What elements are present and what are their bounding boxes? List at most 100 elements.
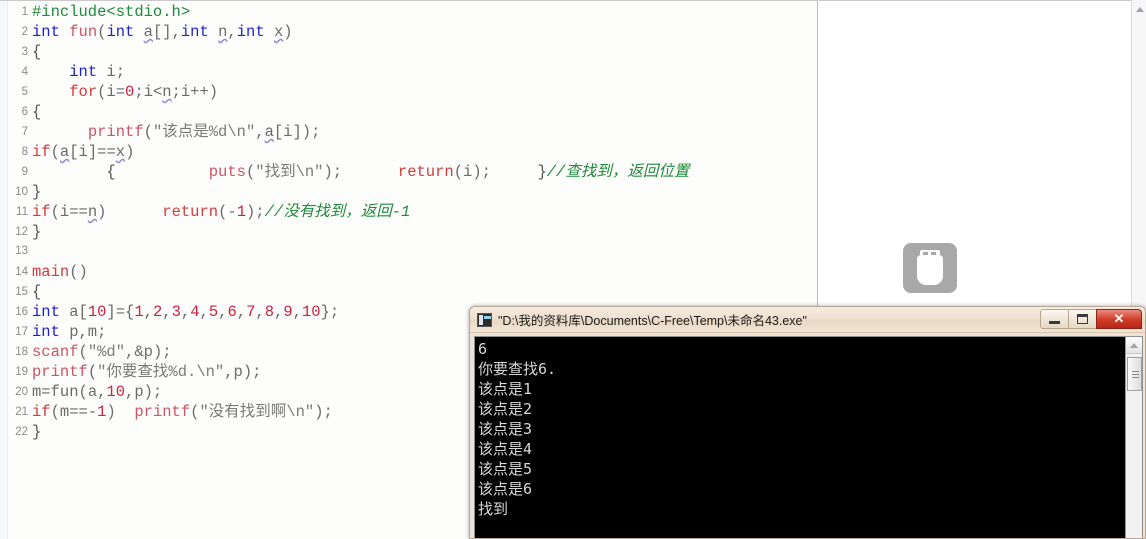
code-line[interactable]: 7 printf("该点是%d\n",a[i]); [8,122,817,142]
code-token: x [115,143,126,161]
code-token: ) [106,403,135,421]
code-line-text: } [32,182,817,202]
console-scroll-up-arrow-icon[interactable] [1126,337,1142,354]
console-output-text: 6 你要查找6. 该点是1 该点是2 该点是3 该点是4 该点是5 该点是6 找… [478,340,557,518]
code-token: if [32,203,51,221]
code-token: fun [69,23,98,41]
line-number: 7 [21,126,28,138]
code-line[interactable]: 2 int fun(int a[],int n,int x) [8,22,817,42]
code-line[interactable]: 12} [8,222,817,242]
code-line[interactable]: 10} [8,182,817,202]
code-token: p,m; [59,323,107,341]
line-number: 19 [15,366,28,378]
code-token: 10 [106,383,126,401]
code-line[interactable]: 11 if(i==n) return(-1);//没有找到，返回-1 [8,202,817,222]
maximize-button[interactable] [1068,309,1097,329]
code-token: 4 [190,303,200,321]
code-token: //没有找到，返回-1 [264,203,411,221]
screen-root: 1 #include<stdio.h> 2 int fun(int a[],int n… [0,0,1146,539]
code-line[interactable]: 4 int i; [8,62,817,82]
line-number: 22 [15,426,28,438]
code-token: (m==- [50,403,98,421]
code-token: 1 [134,303,144,321]
minimize-button[interactable] [1040,309,1069,329]
code-token: n [218,23,228,41]
code-line[interactable]: 8 if(a[i]==x) [8,142,817,162]
code-line-text: { [32,42,817,62]
code-line-text: for(i=0;i<n;i++) [32,82,817,102]
code-token: ]={ [106,303,135,321]
code-token: fun [50,383,79,401]
line-number: 5 [21,86,28,98]
code-token: #include<stdio.h> [32,3,191,21]
code-token: , [255,123,265,141]
code-token: "该点是%d\n" [152,123,256,141]
code-line[interactable]: 14 main() [8,262,817,282]
code-line-text: { [32,282,817,302]
code-line[interactable]: 15 { [8,282,817,302]
code-token: main [32,263,70,281]
code-token: 9 [283,303,293,321]
code-token: 2 [152,303,163,321]
console-vertical-scrollbar[interactable] [1125,337,1142,538]
code-token: (- [218,203,237,221]
code-line[interactable]: 13 [8,242,817,262]
code-token: i; [97,63,126,81]
code-token: , [227,23,237,41]
code-token: [i]== [69,143,116,161]
code-token: { [32,283,42,301]
code-line-text: if(a[i]==x) [32,142,817,162]
line-number: 4 [21,66,28,78]
code-token: , [292,303,302,321]
code-token: //查找到，返回位置 [546,163,690,181]
code-token: 8 [264,303,275,321]
code-token: [], [152,23,181,41]
code-token: { [32,103,42,121]
code-token: ( [50,143,60,161]
code-token: ,p); [125,383,163,401]
code-token: 10 [301,303,321,321]
code-token: int [69,63,98,81]
code-token: ( [78,343,88,361]
code-token: ;i< [134,83,163,101]
code-token: , [162,303,172,321]
line-number: 1 [21,6,28,18]
code-token: 6 [227,303,237,321]
code-line-text: int fun(int a[],int n,int x) [32,22,817,42]
code-line[interactable]: 6{ [8,102,817,122]
code-token: m= [32,383,51,401]
code-token: , [236,303,247,321]
code-token: scanf [32,343,79,361]
code-line[interactable]: 5 for(i=0;i<n;i++) [8,82,817,102]
code-token: 5 [208,303,219,321]
code-token: } [32,223,42,241]
code-line[interactable]: 9 { puts("找到\n"); return(i); }//查找到，返回位置 [8,162,817,182]
code-token: printf [87,123,144,141]
code-token: , [199,303,209,321]
code-token: 10 [87,303,107,321]
code-line-text: main() [32,262,817,282]
close-button[interactable]: ✕ [1096,309,1142,329]
console-window[interactable]: "D:\我的资料库\Documents\C-Free\Temp\未命名43.ex… [469,306,1146,539]
code-token: ( [143,123,153,141]
code-line-text: int i; [32,62,817,82]
console-app-icon [477,312,492,327]
code-token: , [255,303,265,321]
code-token: ) [283,23,293,41]
code-token: printf [32,363,88,381]
line-number: 12 [15,226,28,238]
code-token: int [32,303,60,321]
console-titlebar[interactable]: "D:\我的资料库\Documents\C-Free\Temp\未命名43.ex… [470,307,1145,333]
code-token: x [273,23,284,41]
console-scroll-thumb[interactable] [1127,357,1142,391]
line-number: 6 [21,106,28,118]
scroll-up-arrow-icon[interactable] [1132,1,1146,17]
code-token: "你要查找%d.\n" [97,363,225,381]
code-line[interactable]: 3{ [8,42,817,62]
code-token: } [32,183,42,201]
usb-drive-icon[interactable] [903,243,957,293]
code-line[interactable]: 1 #include<stdio.h> [8,2,817,22]
